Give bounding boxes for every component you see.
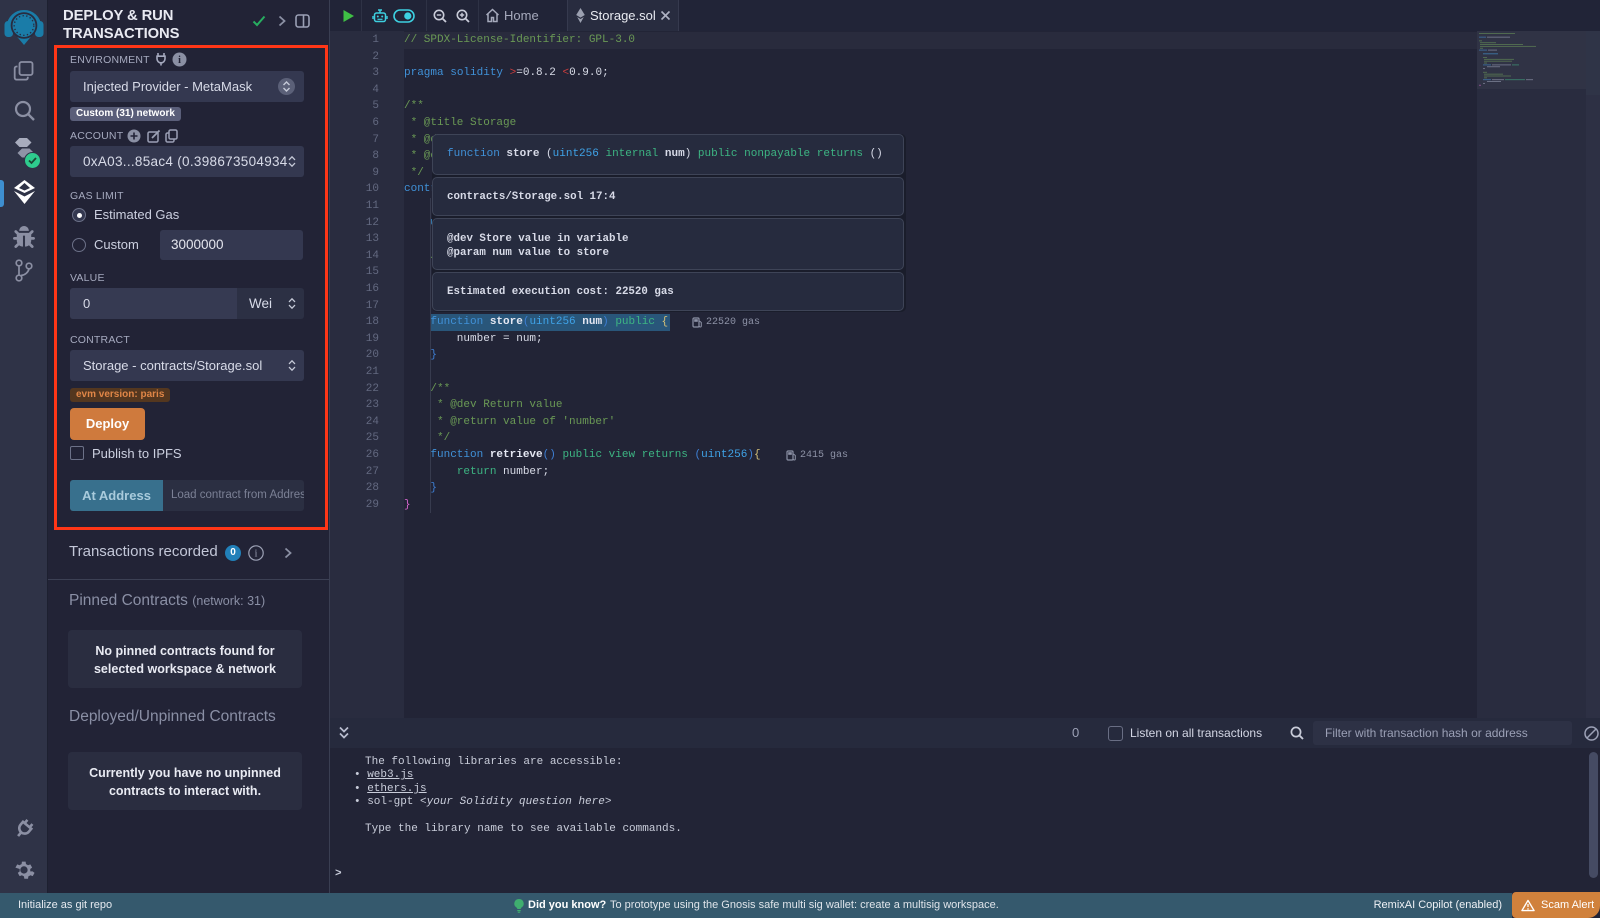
svg-text:i: i: [178, 55, 181, 66]
svg-text:i: i: [255, 549, 258, 560]
